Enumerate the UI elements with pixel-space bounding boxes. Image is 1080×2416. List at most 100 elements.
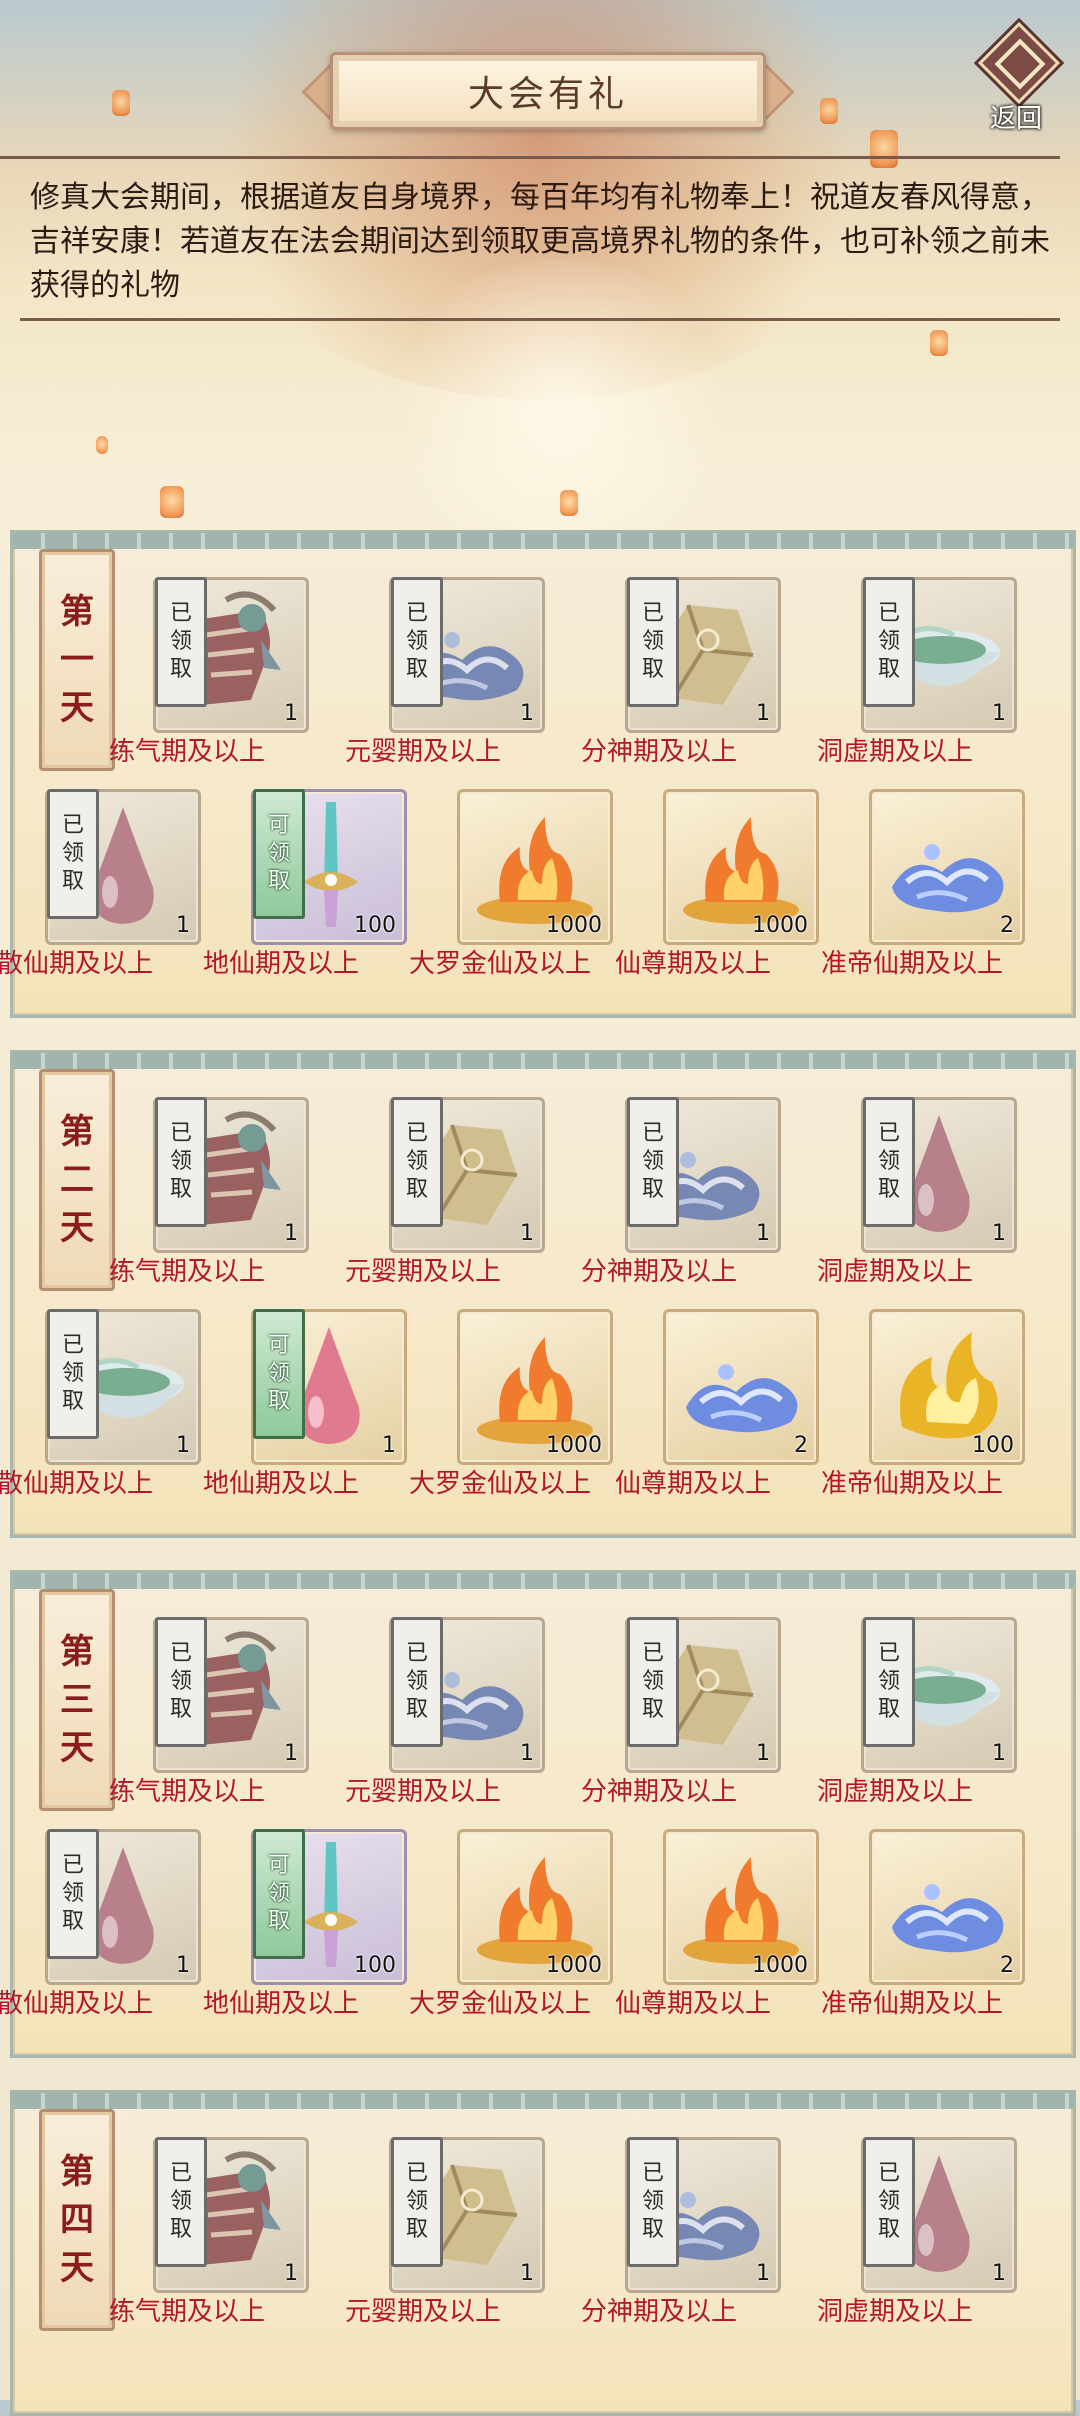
badge-char: 取 xyxy=(61,1389,84,1414)
badge-char: 取 xyxy=(61,1909,84,1934)
reward-card[interactable]: 1000 xyxy=(457,789,613,945)
back-label: 返回 xyxy=(989,104,1042,134)
claimable-badge[interactable]: 可领取 xyxy=(253,1829,305,1959)
reward-quantity: 1 xyxy=(992,2261,1006,2286)
badge-char: 取 xyxy=(267,1909,290,1934)
page-title: 大会有礼 xyxy=(467,74,628,115)
reward-slot[interactable]: 1 已领取散仙期及以上 xyxy=(0,1829,201,2029)
reward-card[interactable]: 2 xyxy=(663,1309,819,1465)
claimed-badge: 已领取 xyxy=(863,1617,915,1747)
reward-slot[interactable]: 1 已领取练气期及以上 xyxy=(103,1097,309,1297)
reward-slot[interactable]: 1 可领取地仙期及以上 xyxy=(201,1309,407,1509)
reward-requirement-label: 准帝仙期及以上 xyxy=(821,1989,1004,2019)
claimed-badge: 已领取 xyxy=(47,789,99,919)
reward-quantity: 1 xyxy=(520,1741,534,1766)
reward-slot[interactable]: 1 已领取元婴期及以上 xyxy=(339,2137,545,2337)
reward-slot[interactable]: 1 已领取散仙期及以上 xyxy=(0,789,201,989)
badge-char: 领 xyxy=(267,1361,290,1386)
day-banner-char: 天 xyxy=(60,1208,94,1248)
badge-char: 取 xyxy=(169,1177,192,1202)
reward-requirement-label: 分神期及以上 xyxy=(581,2297,738,2327)
reward-slot[interactable]: 1000 仙尊期及以上 xyxy=(613,789,819,989)
badge-char: 可 xyxy=(267,813,290,838)
claimed-badge: 已领取 xyxy=(391,1617,443,1747)
reward-slot[interactable]: 2 准帝仙期及以上 xyxy=(819,789,1025,989)
reward-slot[interactable]: 1 已领取练气期及以上 xyxy=(103,577,309,777)
reward-requirement-label: 洞虚期及以上 xyxy=(817,737,974,767)
reward-slot[interactable]: 2 仙尊期及以上 xyxy=(613,1309,819,1509)
reward-slot[interactable]: 1 已领取元婴期及以上 xyxy=(339,577,545,777)
reward-card[interactable]: 1000 xyxy=(457,1309,613,1465)
reward-card[interactable]: 2 xyxy=(869,789,1025,945)
claimable-badge[interactable]: 可领取 xyxy=(253,1309,305,1439)
section-rail xyxy=(13,1573,1073,1589)
reward-slot[interactable]: 1 已领取元婴期及以上 xyxy=(339,1097,545,1297)
section-rail xyxy=(13,1053,1073,1069)
reward-slot[interactable]: 1 已领取分神期及以上 xyxy=(575,577,781,777)
reward-quantity: 2 xyxy=(794,1433,808,1458)
reward-requirement-label: 元婴期及以上 xyxy=(345,1777,502,1807)
badge-char: 已 xyxy=(61,813,84,838)
reward-slot[interactable]: 1 已领取洞虚期及以上 xyxy=(811,1617,1017,1817)
reward-quantity: 1 xyxy=(176,913,190,938)
reward-slot[interactable]: 1 已领取练气期及以上 xyxy=(103,1617,309,1817)
reward-slot[interactable]: 1 已领取洞虚期及以上 xyxy=(811,577,1017,777)
reward-quantity: 1 xyxy=(382,1433,396,1458)
badge-char: 已 xyxy=(405,601,428,626)
badge-char: 领 xyxy=(405,629,428,654)
badge-char: 领 xyxy=(877,1669,900,1694)
reward-slot[interactable]: 100 可领取地仙期及以上 xyxy=(201,789,407,989)
reward-quantity: 1 xyxy=(284,1221,298,1246)
reward-slot[interactable]: 1 已领取元婴期及以上 xyxy=(339,1617,545,1817)
badge-char: 取 xyxy=(877,1177,900,1202)
reward-slot[interactable]: 1 已领取洞虚期及以上 xyxy=(811,1097,1017,1297)
reward-requirement-label: 练气期及以上 xyxy=(109,1777,266,1807)
reward-quantity: 1 xyxy=(520,701,534,726)
claimed-badge: 已领取 xyxy=(863,577,915,707)
reward-slot[interactable]: 1000 大罗金仙及以上 xyxy=(407,789,613,989)
reward-slot[interactable]: 1 已领取练气期及以上 xyxy=(103,2137,309,2337)
reward-quantity: 1000 xyxy=(752,1953,808,1978)
claimed-badge: 已领取 xyxy=(863,2137,915,2267)
badge-char: 领 xyxy=(641,1669,664,1694)
badge-char: 领 xyxy=(877,629,900,654)
reward-slot[interactable]: 1 已领取散仙期及以上 xyxy=(0,1309,201,1509)
reward-card[interactable]: 2 xyxy=(869,1829,1025,1985)
reward-requirement-label: 分神期及以上 xyxy=(581,1257,738,1287)
claimable-badge[interactable]: 可领取 xyxy=(253,789,305,919)
badge-char: 已 xyxy=(169,601,192,626)
reward-slot[interactable]: 1 已领取分神期及以上 xyxy=(575,2137,781,2337)
reward-requirement-label: 准帝仙期及以上 xyxy=(821,1469,1004,1499)
reward-card[interactable]: 1000 xyxy=(663,789,819,945)
day-section: 第四天 1 已领取练气期及以上 1 已领取元婴期及以上 1 已领取分神期及以上 1 已领取洞虚期… xyxy=(10,2090,1076,2416)
badge-char: 领 xyxy=(641,629,664,654)
reward-slot[interactable]: 100 准帝仙期及以上 xyxy=(819,1309,1025,1509)
reward-card[interactable]: 100 xyxy=(869,1309,1025,1465)
reward-quantity: 1 xyxy=(756,701,770,726)
reward-requirement-label: 洞虚期及以上 xyxy=(817,1257,974,1287)
claimed-badge: 已领取 xyxy=(391,1097,443,1227)
reward-requirement-label: 练气期及以上 xyxy=(109,2297,266,2327)
reward-slot[interactable]: 1000 大罗金仙及以上 xyxy=(407,1829,613,2029)
day-section: 第一天 1 已领取练气期及以上 1 已领取元婴期及以上 1 已领取分神期及以上 1 已领取洞虚期… xyxy=(0,530,1076,1018)
reward-card[interactable]: 1000 xyxy=(663,1829,819,1985)
reward-requirement-label: 元婴期及以上 xyxy=(345,737,502,767)
reward-slot[interactable]: 100 可领取地仙期及以上 xyxy=(201,1829,407,2029)
reward-slot[interactable]: 1 已领取分神期及以上 xyxy=(575,1097,781,1297)
reward-card[interactable]: 1000 xyxy=(457,1829,613,1985)
badge-char: 取 xyxy=(641,1177,664,1202)
reward-quantity: 1000 xyxy=(752,913,808,938)
badge-char: 取 xyxy=(877,657,900,682)
day-banner-char: 四 xyxy=(60,2200,94,2240)
back-button[interactable]: 返回 xyxy=(977,21,1061,140)
reward-slot[interactable]: 1000 大罗金仙及以上 xyxy=(407,1309,613,1509)
badge-char: 领 xyxy=(405,2189,428,2214)
badge-char: 已 xyxy=(405,1641,428,1666)
badge-char: 取 xyxy=(405,1697,428,1722)
day-banner-char: 天 xyxy=(60,688,94,728)
reward-slot[interactable]: 1 已领取分神期及以上 xyxy=(575,1617,781,1817)
reward-slot[interactable]: 1 已领取洞虚期及以上 xyxy=(811,2137,1017,2337)
reward-slot[interactable]: 2 准帝仙期及以上 xyxy=(819,1829,1025,2029)
claimed-badge: 已领取 xyxy=(627,1617,679,1747)
reward-slot[interactable]: 1000 仙尊期及以上 xyxy=(613,1829,819,2029)
